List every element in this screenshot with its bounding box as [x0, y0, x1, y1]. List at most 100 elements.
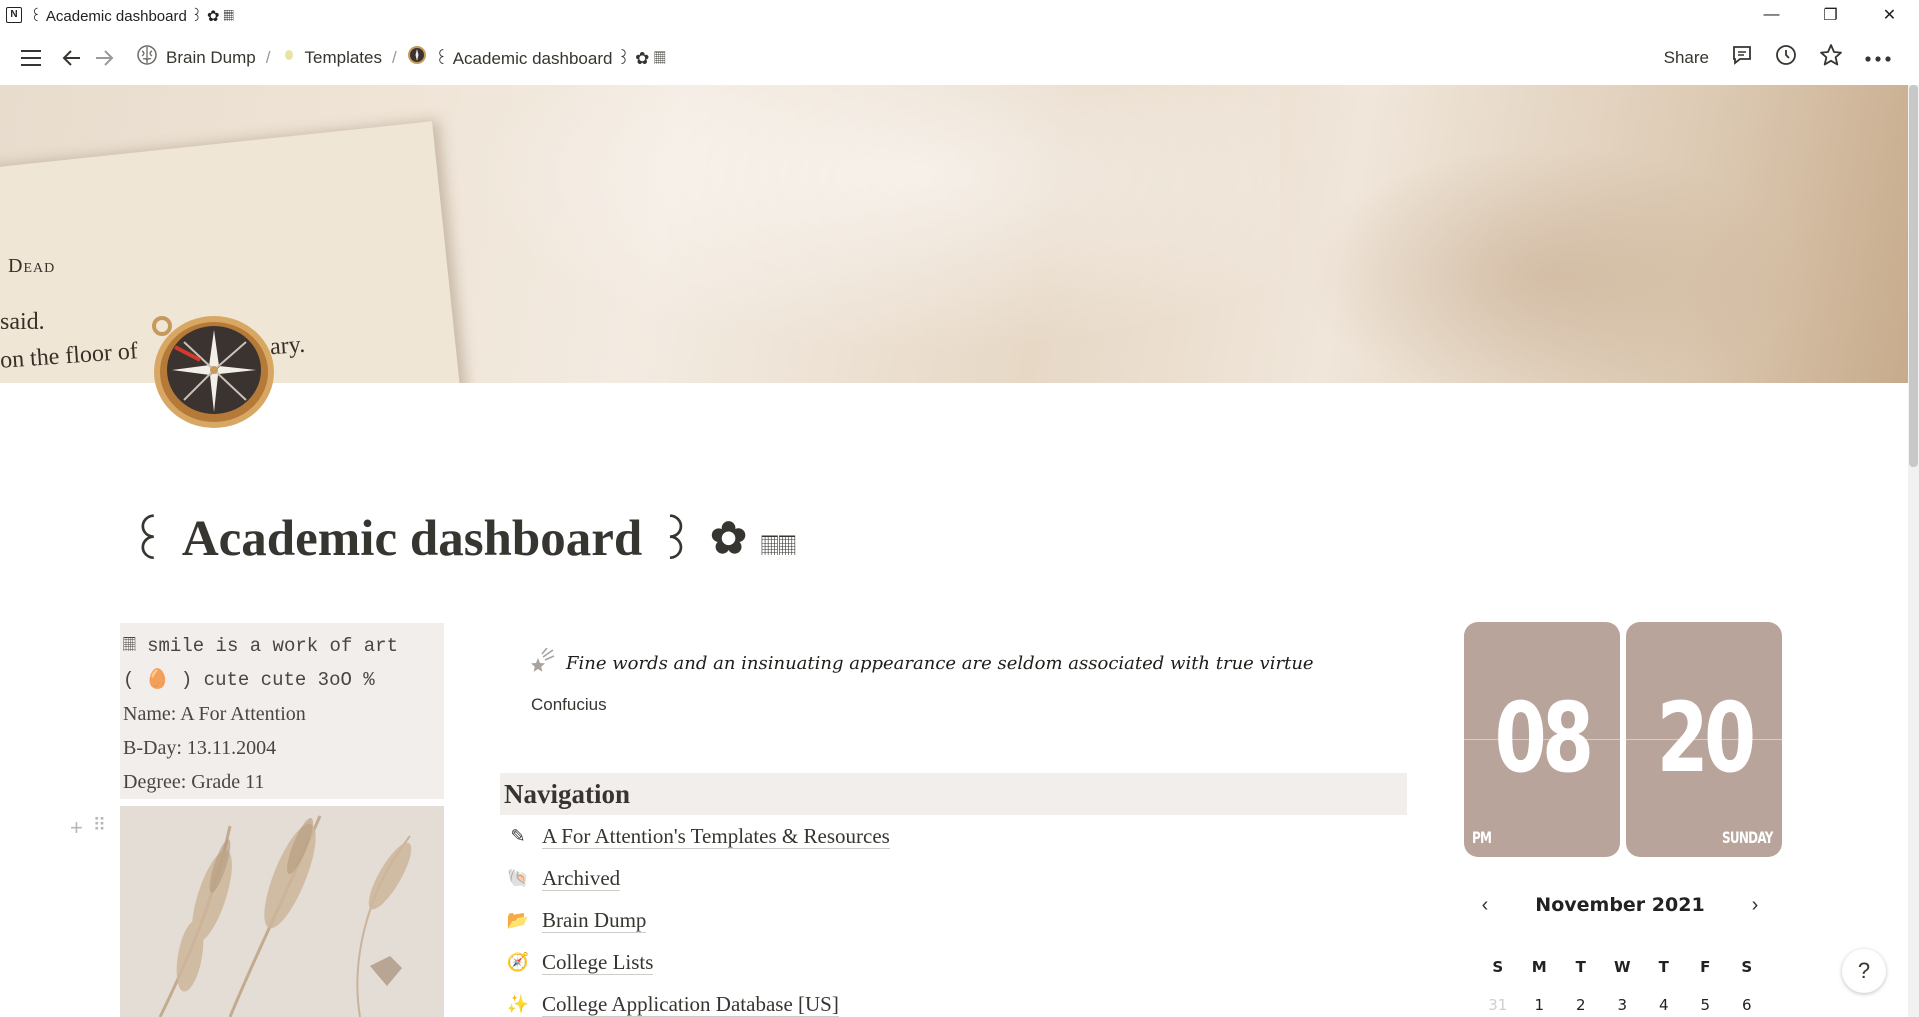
- flower-icon: ✿: [710, 514, 748, 563]
- clock-minutes: 20: [1656, 682, 1757, 794]
- calendar-weekday: S: [1492, 958, 1504, 976]
- clock-weekday: SUNDAY: [1722, 828, 1773, 847]
- minimize-button[interactable]: —: [1742, 0, 1801, 30]
- nav-item-archived[interactable]: 🐚 Archived: [506, 857, 1406, 899]
- add-block-icon[interactable]: +: [70, 815, 83, 841]
- calendar-date[interactable]: 5: [1685, 996, 1727, 1014]
- clock-minutes-tile: 20 SUNDAY: [1626, 622, 1782, 857]
- calendar-weekday-row: S M T W T F S: [1477, 958, 1768, 976]
- calendar-date[interactable]: 6: [1726, 996, 1768, 1014]
- more-options-icon[interactable]: [1865, 48, 1891, 68]
- profile-tagline: 𝄜 smile is a work of art: [123, 635, 398, 657]
- calendar-prev-month-icon[interactable]: ‹: [1470, 894, 1500, 917]
- calendar-month-title: November 2021: [1535, 894, 1705, 916]
- quote-author: Confucius: [531, 695, 607, 714]
- calendar-header: ‹ November 2021 ›: [1470, 888, 1770, 922]
- block-handle: + ⠿: [70, 815, 106, 841]
- shell-icon: 🐚: [506, 867, 530, 888]
- nav-item-brain-dump[interactable]: 📂 Brain Dump: [506, 899, 1406, 941]
- nav-item-link[interactable]: College Application Database [US]: [542, 992, 839, 1017]
- nav-item-college-application-database[interactable]: ✨ College Application Database [US]: [506, 983, 1406, 1017]
- quote-block[interactable]: Fine words and an insinuating appearance…: [528, 647, 1314, 679]
- nav-item-link[interactable]: Archived: [542, 866, 621, 891]
- window-title: ꒰ Academic dashboard ꒱ ✿ 𝄜: [30, 8, 234, 25]
- breadcrumb-brain-dump[interactable]: Brain Dump: [130, 44, 262, 71]
- shooting-star-icon: [528, 647, 556, 679]
- clock-meridiem: PM: [1472, 828, 1492, 847]
- topbar-actions: Share: [1664, 30, 1891, 85]
- calendar-weekday: S: [1741, 958, 1753, 976]
- drag-handle-icon[interactable]: ⠿: [93, 815, 106, 841]
- breadcrumb-templates[interactable]: Templates: [275, 47, 388, 68]
- cover-fabric-shadow: [1300, 145, 1800, 383]
- close-button[interactable]: ✕: [1860, 0, 1919, 30]
- updates-clock-icon[interactable]: [1775, 44, 1797, 71]
- fence-icon: 𝄜𝄜: [761, 532, 796, 561]
- title-text: Academic dashboard: [181, 510, 643, 567]
- nav-item-templates-resources[interactable]: ✎ A For Attention's Templates & Resource…: [506, 815, 1406, 857]
- page-cover-image[interactable]: Dead said. on the floor of ary.: [0, 85, 1908, 383]
- breadcrumb-separator: /: [265, 47, 271, 67]
- profile-name: Name: A For Attention: [123, 703, 306, 725]
- calendar-next-month-icon[interactable]: ›: [1740, 894, 1770, 917]
- cover-book-word: Dead: [8, 255, 56, 277]
- window-controls: — ❐ ✕: [1742, 0, 1919, 30]
- folder-icon: 📂: [506, 909, 530, 930]
- profile-callout[interactable]: 𝄜 smile is a work of art ( 🥚 ) cute cute…: [120, 623, 444, 799]
- title-suffix: ꒱: [656, 515, 697, 571]
- breadcrumb-academic-dashboard[interactable]: ꒰ Academic dashboard ꒱ ✿ 𝄜: [401, 45, 672, 70]
- clock-split-line: [1626, 739, 1782, 740]
- navigation-heading[interactable]: Navigation: [500, 773, 1407, 815]
- help-button[interactable]: ?: [1842, 949, 1886, 993]
- forward-arrow-icon[interactable]: [92, 46, 116, 70]
- breadcrumb-separator: /: [391, 47, 397, 67]
- breadcrumb-label: Brain Dump: [166, 47, 256, 67]
- cover-fabric-highlight: [380, 85, 1280, 383]
- page-topbar: Brain Dump / Templates / ꒰ Academic dash…: [0, 30, 1919, 85]
- navigation-list: ✎ A For Attention's Templates & Resource…: [506, 815, 1406, 1017]
- calendar-date-row: 31 1 2 3 4 5 6: [1477, 996, 1768, 1014]
- breadcrumb: Brain Dump / Templates / ꒰ Academic dash…: [130, 44, 672, 71]
- sidebar-menu-icon[interactable]: [18, 45, 44, 71]
- nav-item-college-lists[interactable]: 🧭 College Lists: [506, 941, 1406, 983]
- brain-icon: [136, 44, 158, 71]
- maximize-button[interactable]: ❐: [1801, 0, 1860, 30]
- calendar-date[interactable]: 31: [1477, 996, 1519, 1014]
- clock-hours-tile: 08 PM: [1464, 622, 1620, 857]
- compass-icon: 🧭: [506, 951, 530, 972]
- page-icon-compass[interactable]: [150, 312, 280, 432]
- calendar-weekday: F: [1700, 958, 1711, 976]
- calendar-date[interactable]: 1: [1519, 996, 1561, 1014]
- page-scrollbar[interactable]: [1908, 85, 1919, 1017]
- back-arrow-icon[interactable]: [60, 46, 84, 70]
- calendar-weekday: W: [1613, 958, 1631, 976]
- profile-subtitle: ( 🥚 ) cute cute 3oO %: [123, 669, 375, 691]
- calendar-date[interactable]: 4: [1643, 996, 1685, 1014]
- nav-item-link[interactable]: Brain Dump: [542, 908, 647, 933]
- share-button[interactable]: Share: [1664, 48, 1709, 68]
- breadcrumb-label: ꒰ Academic dashboard ꒱ ✿ 𝄜: [434, 48, 666, 68]
- calendar-weekday: T: [1658, 958, 1669, 976]
- title-prefix: ꒰: [128, 515, 168, 571]
- page-title[interactable]: ꒰ Academic dashboard ꒱ ✿ 𝄜𝄜: [128, 505, 796, 572]
- calendar-weekday: T: [1575, 958, 1586, 976]
- pampas-grass-photo[interactable]: [120, 806, 444, 1017]
- calendar-date[interactable]: 3: [1602, 996, 1644, 1014]
- favorite-star-icon[interactable]: [1819, 43, 1843, 72]
- comments-icon[interactable]: [1731, 44, 1753, 71]
- window-title-bar: N ꒰ Academic dashboard ꒱ ✿ 𝄜 — ❐ ✕: [0, 0, 1919, 30]
- flip-clock-widget[interactable]: 08 PM 20 SUNDAY: [1464, 622, 1782, 857]
- scrollbar-thumb[interactable]: [1909, 85, 1918, 467]
- nav-item-link[interactable]: College Lists: [542, 950, 654, 975]
- leaf-icon: [281, 47, 297, 68]
- compass-icon: [407, 45, 427, 70]
- profile-degree: Degree: Grade 11: [123, 771, 265, 793]
- cover-book-word: said.: [0, 309, 45, 335]
- clock-hours: 08: [1494, 682, 1595, 794]
- breadcrumb-label: Templates: [304, 47, 382, 67]
- calendar-date[interactable]: 2: [1560, 996, 1602, 1014]
- notion-app-icon: N: [6, 7, 22, 23]
- calendar-weekday: M: [1531, 958, 1547, 976]
- pencil-icon: ✎: [510, 825, 526, 846]
- nav-item-link[interactable]: A For Attention's Templates & Resources: [542, 824, 890, 849]
